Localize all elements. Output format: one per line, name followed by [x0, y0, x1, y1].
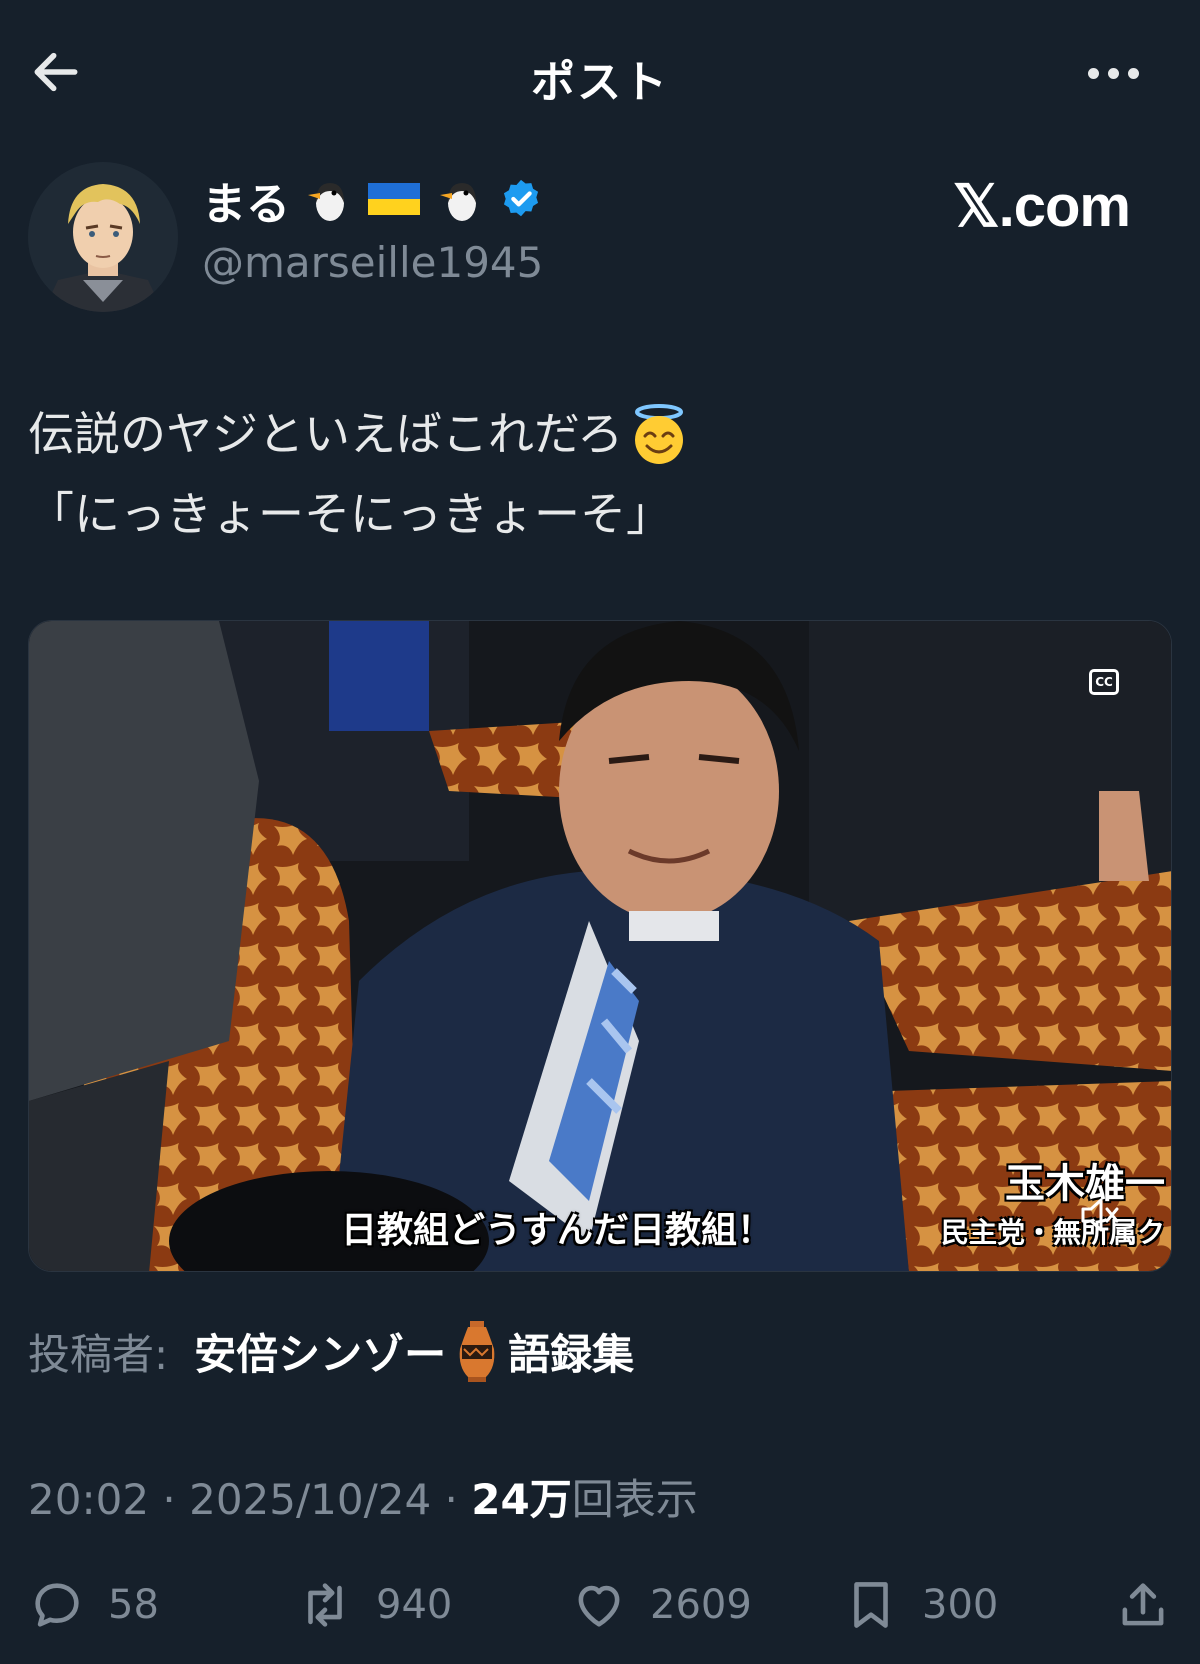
share-icon [1122, 1583, 1164, 1626]
attribution-source-link[interactable]: 安倍シンゾー 語録集 [194, 1319, 634, 1383]
attribution-source-prefix: 安倍シンゾー [194, 1329, 447, 1379]
reply-count: 58 [108, 1582, 159, 1628]
x-com-watermark: 𝕏.com [952, 174, 1131, 239]
more-options-button[interactable] [1078, 58, 1148, 88]
smiling-face-with-halo-icon [627, 402, 691, 466]
closed-captions-button[interactable]: CC [1089, 669, 1119, 695]
post-detail-screen: ポスト まる @marseille1945 𝕏.com 伝説のヤジといえばこれだ… [0, 0, 1200, 1664]
more-dot-icon [1107, 67, 1119, 79]
views-label: 回表示 [571, 1475, 698, 1524]
video-player[interactable]: CC 玉木雄一 民主党・無所属ク 日教組どうすんだ日教組！ [28, 620, 1172, 1272]
ukraine-flag-icon [366, 177, 422, 223]
media-attribution: 投稿者: 安倍シンゾー 語録集 [28, 1316, 634, 1386]
bookmark-count: 300 [922, 1582, 999, 1628]
mute-button[interactable] [1079, 1195, 1123, 1235]
display-name: まる [202, 179, 290, 230]
repost-button[interactable]: 940 [296, 1570, 452, 1640]
attribution-label: 投稿者: [28, 1329, 169, 1379]
repost-icon [308, 1583, 342, 1627]
post-date: 2025/10/24 [189, 1475, 432, 1524]
video-subtitle: 日教組どうすんだ日教組！ [341, 1210, 774, 1251]
like-count: 2609 [650, 1582, 752, 1628]
views-count: 24万 [471, 1475, 572, 1524]
reply-button[interactable]: 58 [28, 1570, 159, 1640]
verified-badge-icon [498, 177, 544, 223]
post-meta: 20:02 · 2025/10/24 · 24万回表示 [28, 1466, 698, 1527]
avatar[interactable] [28, 162, 178, 312]
bookmark-icon [854, 1582, 888, 1628]
author-name-row[interactable]: まる [202, 170, 544, 230]
meta-separator: · [149, 1475, 190, 1524]
bookmark-button[interactable]: 300 [842, 1570, 998, 1640]
header-bar: ポスト [0, 0, 1200, 150]
post-time: 20:02 [28, 1475, 150, 1524]
speaker-muted-icon [1081, 1198, 1119, 1232]
tweet-line-1: 伝説のヤジといえばこれだろ [28, 394, 1168, 474]
action-bar: 58 940 2609 300 [0, 1570, 1200, 1640]
like-button[interactable]: 2609 [570, 1570, 752, 1640]
tweet-line-2: 「にっきょーそにっきょーそ」 [28, 474, 1168, 554]
page-title: ポスト [531, 57, 669, 108]
repost-count: 940 [376, 1582, 453, 1628]
reply-icon [35, 1583, 79, 1627]
avatar-image [28, 162, 178, 312]
meta-separator: · [431, 1475, 472, 1524]
video-frame [29, 621, 1171, 1271]
author-handle[interactable]: @marseille1945 [202, 238, 543, 287]
amphora-icon [452, 1319, 502, 1383]
tweet-text: 伝説のヤジといえばこれだろ 「にっきょーそにっきょーそ」 [28, 394, 1168, 554]
more-dot-icon [1087, 67, 1099, 79]
more-dot-icon [1127, 67, 1139, 79]
heart-icon [578, 1585, 620, 1627]
tweet-line-2-text: 「にっきょーそにっきょーそ」 [28, 487, 672, 541]
attribution-source-suffix: 語録集 [508, 1329, 635, 1379]
penguin-icon [300, 177, 356, 223]
tweet-line-1-text: 伝説のヤジといえばこれだろ [28, 407, 624, 461]
video-caption-party: 民主党・無所属ク [940, 1216, 1165, 1249]
share-button[interactable] [1114, 1570, 1172, 1640]
penguin-icon [432, 177, 488, 223]
